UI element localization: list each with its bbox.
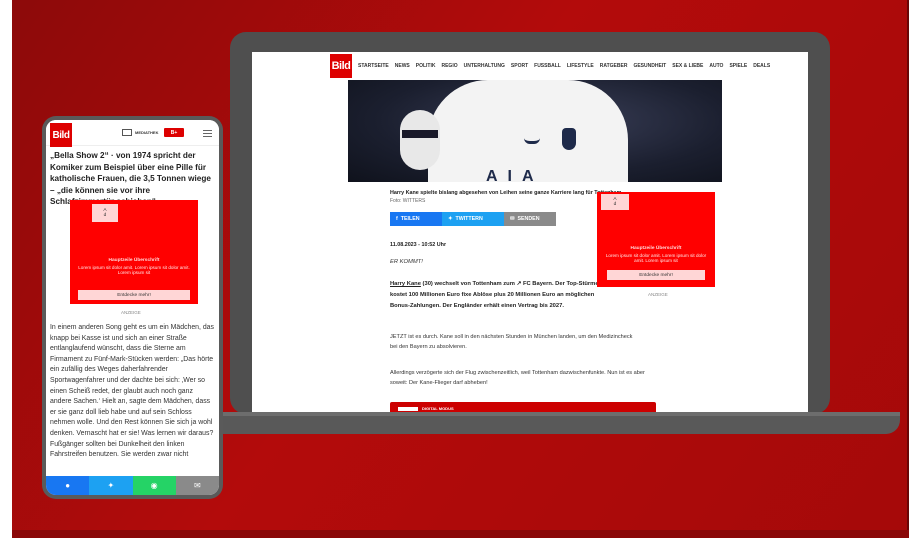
mail-icon: ✉ [510,216,515,222]
ad-body: Lorem ipsum sit dolor amit. Lorem ipsum … [605,253,707,264]
share-mail-button[interactable]: ✉ [175,476,219,495]
share-whatsapp-button[interactable]: ◉ [132,476,176,495]
ad-placeholder: Ad [601,194,629,210]
frame-bottom-band [12,530,909,538]
share-facebook-button[interactable]: ● [46,476,90,495]
ad-label: ANZEIGE [121,310,141,315]
share-bar: f TEILEN ✦ TWITTERN ✉ SENDEN [390,212,556,226]
bild-logo[interactable]: Bild [330,54,352,78]
jersey-sponsor: AIA [486,168,544,185]
player-jersey: AIA [400,80,628,185]
bild-logo[interactable]: Bild [50,123,72,147]
top-navigation: Bild STARTSEITE NEWS POLITIK REGIO UNTERHALT… [252,52,808,80]
mail-icon: ✉ [194,481,201,490]
nav-item[interactable]: GESUNDHEIT [633,63,666,69]
tv-icon [122,129,132,136]
share-mail-button[interactable]: ✉ SENDEN [504,212,556,226]
ad-cta-button[interactable]: Entdecke mehr! [607,270,705,280]
photo-credit: Foto: WITTERS [390,198,426,204]
mobile-header: Bild MEDIATHEK B+ [46,120,219,147]
nav-item[interactable]: RATGEBER [600,63,628,69]
nav-item[interactable]: SPORT [511,63,528,69]
ad-cta-button[interactable]: Entdecke mehr! [78,290,190,300]
article-lead: Harry Kane (30) wechselt von Tottenham z… [390,281,601,309]
ad-title: Hauptzeile Überschrift [108,258,160,263]
ad-title: Hauptzeile Überschrift [630,246,682,251]
mediathek-link[interactable]: MEDIATHEK [122,129,158,136]
frame-left-border [0,0,12,538]
brand-logo-icon [524,138,540,144]
mobile-share-bar: ● ✦ ◉ ✉ [46,476,219,495]
twitter-icon: ✦ [107,481,115,490]
club-crest-icon [562,128,576,150]
image-caption: Harry Kane spielte bislang abgesehen von… [390,190,622,196]
menu-icon[interactable] [203,130,212,137]
advertisement[interactable]: Ad Hauptzeile Überschrift Lorem ipsum si… [597,192,715,287]
nav-item[interactable]: SPIELE [729,63,747,69]
share-twitter-button[interactable]: ✦ [89,476,133,495]
phone-mockup: Bild MEDIATHEK B+ „Bella Show 2“ · von 1… [42,116,223,499]
laptop-screen: Bild STARTSEITE NEWS POLITIK REGIO UNTERHALT… [252,52,808,414]
captain-armband [402,130,438,138]
whatsapp-icon: ◉ [150,481,158,490]
facebook-icon: ● [65,481,71,490]
laptop-mockup: Bild STARTSEITE NEWS POLITIK REGIO UNTERHALT… [230,32,830,414]
nav-item[interactable]: LIFESTYLE [567,63,594,69]
nav-item[interactable]: REGIO [441,63,457,69]
player-link[interactable]: Harry Kane [390,281,421,287]
nav-item[interactable]: SEX & LIEBE [672,63,703,69]
laptop-base [206,412,900,434]
nav-item[interactable]: STARTSEITE [358,63,389,69]
article-paragraph: Allerdings verzögerte sich der Flug zwis… [390,370,645,386]
bildplus-button[interactable]: B+ [164,128,184,137]
hero-image: AIA [348,80,722,185]
ad-body: Lorem ipsum sit dolor amit. Lorem ipsum … [78,265,190,276]
facebook-icon: f [396,216,398,222]
nav-item[interactable]: DEALS [753,63,770,69]
nav-items: STARTSEITE NEWS POLITIK REGIO UNTERHALTUNG SP… [358,63,770,69]
article-paragraph: In einem anderen Song geht es um ein Mäd… [50,324,214,459]
nav-item[interactable]: UNTERHALTUNG [464,63,505,69]
nav-item[interactable]: FUSSBALL [534,63,561,69]
ad-label: ANZEIGE [648,292,668,297]
article-bold-paragraph: „Bella Show 2“ · von 1974 spricht der Ko… [50,151,211,206]
advertisement[interactable]: Ad Hauptzeile Überschrift Lorem ipsum si… [70,200,198,304]
phone-screen: Bild MEDIATHEK B+ „Bella Show 2“ · von 1… [46,120,219,495]
nav-item[interactable]: POLITIK [416,63,436,69]
article-date: 11.08.2023 - 10:52 Uhr [390,242,447,248]
share-facebook-button[interactable]: f TEILEN [390,212,442,226]
article-paragraph: JETZT ist es durch. Kane soll in den näc… [390,334,633,350]
twitter-icon: ✦ [448,216,453,222]
nav-item[interactable]: AUTO [709,63,723,69]
share-twitter-button[interactable]: ✦ TWITTERN [442,212,504,226]
article-kicker: ER KOMMT! [390,259,423,265]
ad-placeholder: Ad [92,204,118,222]
nav-item[interactable]: NEWS [395,63,410,69]
